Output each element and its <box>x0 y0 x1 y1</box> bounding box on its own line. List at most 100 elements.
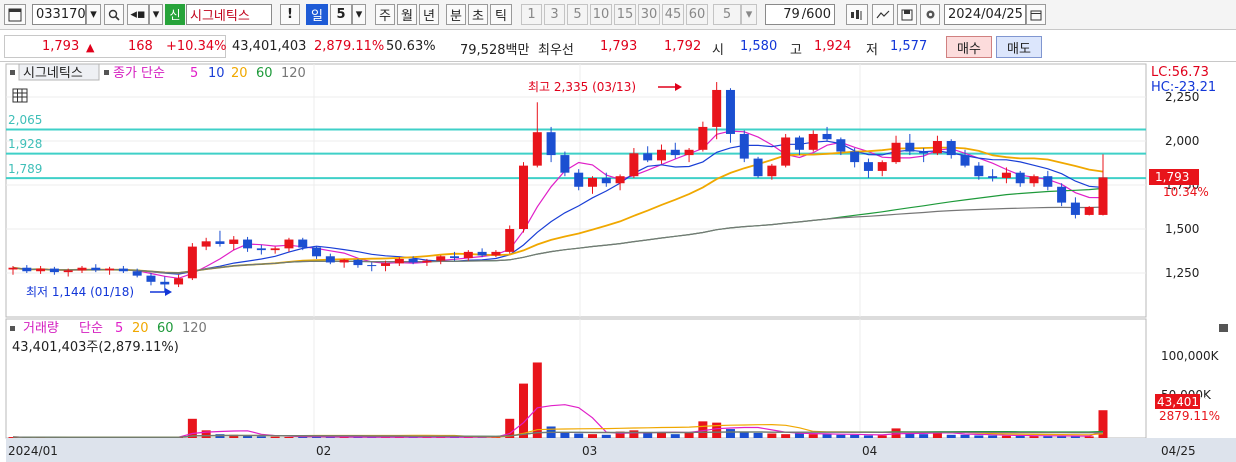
history-dropdown-button[interactable]: ▾ <box>149 4 163 25</box>
indicator-icon[interactable] <box>872 4 894 25</box>
calendar-icon[interactable] <box>1026 4 1046 25</box>
volume-bar <box>863 435 873 438</box>
candle-body <box>1001 172 1011 178</box>
interval-15-button[interactable]: 15 <box>614 4 636 25</box>
buy-button[interactable]: 매수 <box>946 36 992 58</box>
tab-tick[interactable]: 틱 <box>490 4 512 25</box>
interval-dropdown-button[interactable]: ▾ <box>741 4 757 25</box>
candle-body <box>146 275 156 282</box>
best-quote-label: 최우선 <box>538 43 574 58</box>
candle-body <box>932 141 942 154</box>
candle-body <box>36 268 46 272</box>
sell-button[interactable]: 매도 <box>996 36 1042 58</box>
period-num-field[interactable]: 5 <box>330 4 352 25</box>
candle-body <box>960 155 970 166</box>
stock-chart[interactable]: 시그네틱스 종가 단순 5 10 20 60 120 LC:56.73 HC:-… <box>0 62 1236 462</box>
interval-10-button[interactable]: 10 <box>590 4 612 25</box>
legend-ma120: 120 <box>281 66 306 81</box>
volume-bar <box>1029 436 1039 438</box>
candle-body <box>8 267 18 270</box>
candle-body <box>187 246 197 279</box>
candle-body <box>781 137 791 166</box>
best-bid: 1,792 <box>664 39 702 54</box>
period-day-tab[interactable]: 일 <box>306 4 328 25</box>
candle-body <box>615 176 625 184</box>
candle-body <box>560 155 570 173</box>
tab-second[interactable]: 초 <box>468 4 488 25</box>
interval-60-button[interactable]: 60 <box>686 4 708 25</box>
candle-body <box>381 263 391 266</box>
interval-5-button[interactable]: 5 <box>567 4 588 25</box>
volume-bar <box>1001 435 1011 438</box>
window-icon[interactable] <box>4 4 26 25</box>
volume-bar <box>725 429 735 438</box>
x-label-feb: 02 <box>316 444 331 458</box>
candle-body <box>243 239 253 249</box>
x-label-jan: 2024/01 <box>8 444 58 458</box>
candle-body <box>643 153 653 161</box>
price-tick-label: 2,250 <box>1165 90 1199 104</box>
volume-bar <box>243 435 253 438</box>
candle-body <box>505 229 515 252</box>
annotation-low: 최저 1,144 (01/18) <box>26 285 134 299</box>
count-value: 79 <box>783 7 800 22</box>
volume-bar <box>836 434 846 438</box>
interval-3-button[interactable]: 3 <box>544 4 565 25</box>
interval-30-button[interactable]: 30 <box>638 4 660 25</box>
candle-body <box>1029 176 1039 184</box>
volume-bar <box>919 434 929 438</box>
interval-1-button[interactable]: 1 <box>521 4 542 25</box>
current-price: 1,793 <box>42 39 80 54</box>
price-tick-label: 1,250 <box>1165 266 1199 280</box>
low-price: 1,577 <box>890 39 928 54</box>
candle-body <box>325 256 335 263</box>
candle-body <box>1015 172 1025 184</box>
candle-body <box>919 151 929 154</box>
tab-month[interactable]: 월 <box>397 4 417 25</box>
candle-body <box>532 132 542 166</box>
volume-bar <box>643 432 653 438</box>
volume-bar <box>670 434 680 438</box>
candle-body <box>77 267 87 271</box>
interval-45-button[interactable]: 45 <box>662 4 684 25</box>
interval-select[interactable]: 5 <box>713 4 741 25</box>
volume-bar <box>601 434 611 438</box>
volume-bar <box>808 434 818 438</box>
volume-bar <box>284 436 294 438</box>
stock-code-field[interactable]: 033170 <box>32 4 86 25</box>
candle-body <box>63 270 73 273</box>
candle-body <box>574 172 584 187</box>
candle-body <box>353 259 363 266</box>
candle-body <box>767 165 777 177</box>
candle-body <box>450 256 460 259</box>
candle-body <box>905 142 915 152</box>
code-dropdown-button[interactable]: ▾ <box>86 4 101 25</box>
volume-bar <box>877 435 887 438</box>
stock-name-field[interactable]: 시그네틱스 <box>186 4 272 25</box>
candle-body <box>491 251 501 256</box>
tab-year[interactable]: 년 <box>419 4 439 25</box>
count-field[interactable]: 79/600 <box>765 4 835 25</box>
pane-menu-icon[interactable] <box>1219 324 1228 332</box>
candle-body <box>160 281 170 285</box>
volume-bar <box>753 432 763 438</box>
turnover-pct: 50.63% <box>386 39 436 54</box>
tab-minute[interactable]: 분 <box>446 4 466 25</box>
volume-bar <box>794 433 804 438</box>
date-field[interactable]: 2024/04/25 <box>944 4 1026 25</box>
volume-bar <box>974 435 984 438</box>
tab-week[interactable]: 주 <box>375 4 395 25</box>
save-icon[interactable] <box>897 4 917 25</box>
volume-legend-ma5: 5 <box>115 321 123 336</box>
gear-icon[interactable] <box>920 4 940 25</box>
chart-settings-icon[interactable] <box>846 4 868 25</box>
period-dropdown-button[interactable]: ▾ <box>352 4 366 25</box>
candle-body <box>422 260 432 263</box>
alert-button[interactable]: ! <box>280 4 300 25</box>
legend-ma60: 60 <box>256 66 273 81</box>
candle-body <box>753 158 763 177</box>
search-icon[interactable] <box>104 4 124 25</box>
prev-stock-icon[interactable]: ◂▪ <box>127 4 149 25</box>
candle-body <box>519 165 529 229</box>
candle-body <box>974 165 984 177</box>
